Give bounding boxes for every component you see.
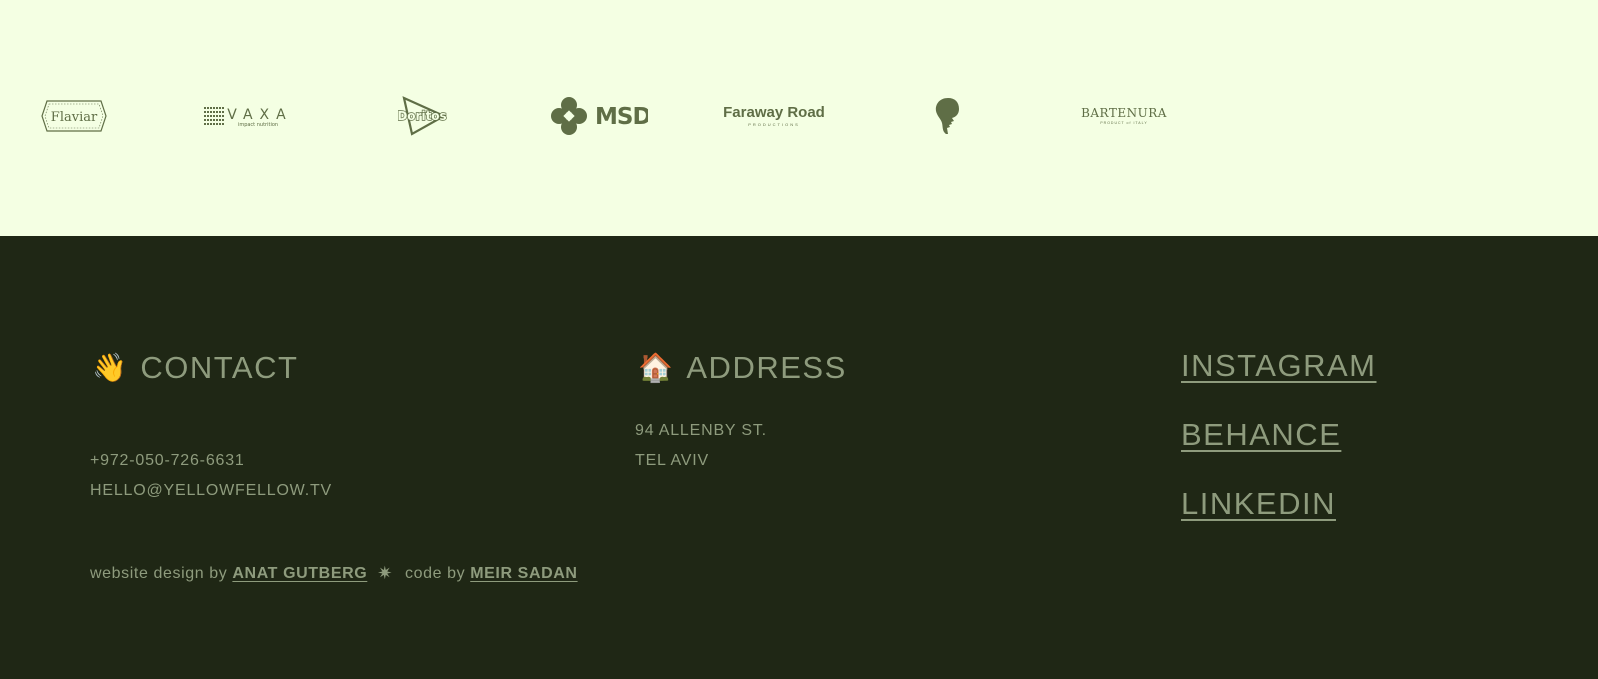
logo-doritos-text: Doritos [398, 109, 447, 123]
logo-flaviar: Flaviar [41, 95, 107, 137]
logo-bartenura: BARTENURA PRODUCT of ITALY [1081, 95, 1167, 137]
address-heading-text: ADDRESS [686, 350, 847, 385]
behance-link[interactable]: BEHANCE [1181, 417, 1341, 453]
logo-bartenura-text: BARTENURA [1081, 106, 1167, 120]
logo-msd-text: MSD [595, 104, 648, 130]
address-line-street: 94 ALLENBY ST. [635, 422, 767, 439]
client-logos-band: Flaviar VAXA impact nutrition Doritos MS… [0, 0, 1598, 236]
design-credit-prefix: website design by [90, 564, 228, 582]
logo-faraway-road: Faraway Road PRODUCTIONS [722, 95, 826, 137]
logo-faraway-road-text: Faraway Road [723, 103, 825, 121]
site-footer: 👋 CONTACT +972-050-726-6631 HELLO@YELLOW… [0, 236, 1598, 679]
logo-doritos: Doritos [398, 95, 448, 137]
logo-vaxa-text: VAXA [227, 107, 292, 123]
linkedin-link[interactable]: LINKEDIN [1181, 486, 1336, 522]
contact-phone-link[interactable]: +972-050-726-6631 [90, 452, 245, 470]
house-icon: 🏠 [638, 352, 675, 383]
instagram-link[interactable]: INSTAGRAM [1181, 348, 1377, 384]
logo-msd: MSD [550, 95, 648, 137]
logo-flaviar-text: Flaviar [51, 110, 98, 125]
developer-link[interactable]: MEIR SADAN [470, 565, 577, 583]
designer-link[interactable]: ANAT GUTBERG [232, 565, 367, 583]
address-line-city: TEL AVIV [635, 452, 709, 469]
address-heading: 🏠 ADDRESS [638, 348, 847, 388]
sparkle-icon: ✷ [377, 563, 393, 583]
logo-head-silhouette [934, 95, 962, 137]
logo-vaxa-subtext: impact nutrition [238, 122, 278, 128]
waving-hand-icon: 👋 [92, 352, 129, 383]
logo-vaxa: VAXA impact nutrition [203, 95, 295, 137]
contact-heading: 👋 CONTACT [92, 348, 298, 388]
contact-heading-text: CONTACT [140, 350, 299, 385]
logo-faraway-road-subtext: PRODUCTIONS [748, 121, 800, 127]
contact-email-link[interactable]: HELLO@YELLOWFELLOW.TV [90, 482, 332, 500]
code-credit-prefix: code by [404, 564, 466, 582]
site-credits: website design by ANAT GUTBERG ✷ code by… [90, 563, 578, 584]
logo-bartenura-subtext: PRODUCT of ITALY [1100, 121, 1148, 125]
